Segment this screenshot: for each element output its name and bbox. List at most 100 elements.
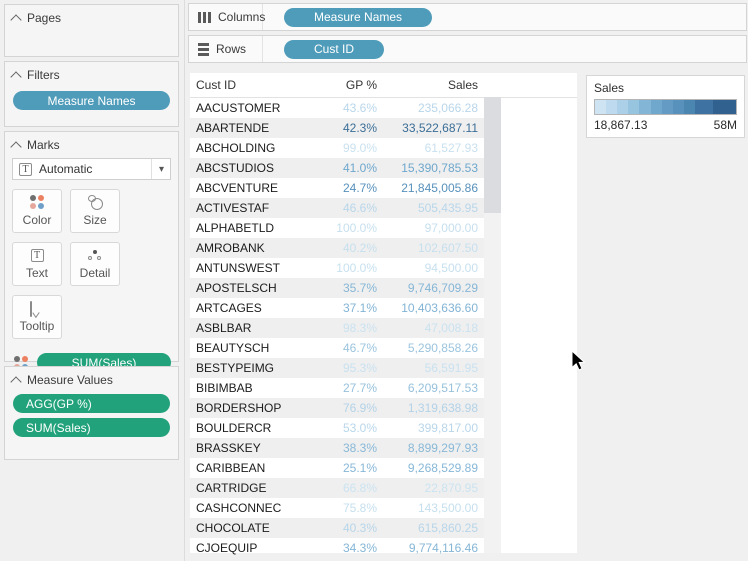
sales-cell: 143,500.00 xyxy=(377,501,484,515)
cust-id-cell: ARTCAGES xyxy=(190,301,330,315)
collapse-chevron-icon[interactable] xyxy=(10,14,21,25)
marks-card-header[interactable]: Marks xyxy=(5,132,178,155)
marks-tooltip-button[interactable]: Tooltip xyxy=(12,295,62,339)
legend-step xyxy=(713,100,736,114)
columns-shelf-text: Columns xyxy=(218,10,265,24)
mark-type-dropdown[interactable]: T Automatic ▾ xyxy=(12,158,171,180)
cust-id-cell: BEAUTYSCH xyxy=(190,341,330,355)
legend-step xyxy=(662,100,673,114)
table-row[interactable]: CJOEQUIP34.3%9,774,116.46 xyxy=(190,538,484,558)
legend-step xyxy=(595,100,606,114)
marks-detail-button[interactable]: Detail xyxy=(70,242,120,286)
table-row[interactable]: CARIBBEAN25.1%9,268,529.89 xyxy=(190,458,484,478)
sales-cell: 21,845,005.86 xyxy=(377,181,484,195)
gp-pct-cell: 38.3% xyxy=(330,441,377,455)
table-row[interactable]: ABCSTUDIOS41.0%15,390,785.53 xyxy=(190,158,484,178)
table-row[interactable]: BORDERSHOP76.9%1,319,638.98 xyxy=(190,398,484,418)
cust-id-cell: AACUSTOMER xyxy=(190,101,330,115)
tableau-worksheet: { "colors": { "pill_blue": "#4f9cba", "p… xyxy=(0,0,748,561)
table-row[interactable]: BOULDERCR53.0%399,817.00 xyxy=(190,418,484,438)
cust-id-cell: CARIBBEAN xyxy=(190,461,330,475)
columns-shelf-pills: Measure Names xyxy=(263,8,432,27)
table-row[interactable]: ALPHABETLD100.0%97,000.00 xyxy=(190,218,484,238)
color-legend-card[interactable]: Sales 18,867.13 58M xyxy=(586,75,745,138)
table-column-header[interactable]: Cust ID xyxy=(190,78,330,92)
legend-title: Sales xyxy=(587,76,744,95)
marks-card: Marks T Automatic ▾ Color Size T Text Detail… xyxy=(4,131,179,362)
measure-values-shelf: AGG(GP %) SUM(Sales) xyxy=(5,390,178,446)
measure-values-pill[interactable]: SUM(Sales) xyxy=(13,418,170,437)
table-row[interactable]: BIBIMBAB27.7%6,209,517.53 xyxy=(190,378,484,398)
table-row[interactable]: CASHCONNEC75.8%143,500.00 xyxy=(190,498,484,518)
filters-card: Filters Measure Names xyxy=(4,61,179,127)
scrollbar-thumb[interactable] xyxy=(484,97,501,213)
table-header-row: Cust IDGP %Sales xyxy=(190,73,577,98)
rows-shelf-pill[interactable]: Cust ID xyxy=(284,40,384,59)
table-row[interactable]: ARTCAGES37.1%10,403,636.60 xyxy=(190,298,484,318)
table-row[interactable]: BEAUTYSCH46.7%5,290,858.26 xyxy=(190,338,484,358)
sales-cell: 97,000.00 xyxy=(377,221,484,235)
marks-size-button[interactable]: Size xyxy=(70,189,120,233)
measure-values-card-header[interactable]: Measure Values xyxy=(5,367,178,390)
legend-min-label: 18,867.13 xyxy=(594,118,647,132)
table-row[interactable]: ABCHOLDING99.0%61,527.93 xyxy=(190,138,484,158)
table-column-header[interactable]: GP % xyxy=(330,78,377,92)
table-row[interactable]: APOSTELSCH35.7%9,746,709.29 xyxy=(190,278,484,298)
table-row[interactable]: AMROBANK40.2%102,607.50 xyxy=(190,238,484,258)
rows-shelf[interactable]: Rows Cust ID xyxy=(188,35,747,63)
legend-gradient-bar xyxy=(594,99,737,115)
sales-cell: 9,774,116.46 xyxy=(377,541,484,555)
collapse-chevron-icon[interactable] xyxy=(10,141,21,152)
marks-button-label: Detail xyxy=(80,266,111,280)
columns-shelf[interactable]: Columns Measure Names xyxy=(188,3,747,31)
filters-card-header[interactable]: Filters xyxy=(5,62,178,85)
marks-button-label: Size xyxy=(83,213,106,227)
table-row[interactable]: AACUSTOMER43.6%235,066.28 xyxy=(190,98,484,118)
filters-card-title: Filters xyxy=(27,68,60,82)
measure-values-pill[interactable]: AGG(GP %) xyxy=(13,394,170,413)
collapse-chevron-icon[interactable] xyxy=(10,376,21,387)
cust-id-cell: CJOEQUIP xyxy=(190,541,330,555)
legend-step xyxy=(617,100,628,114)
chevron-down-icon[interactable]: ▾ xyxy=(151,159,164,179)
cust-id-cell: ABCHOLDING xyxy=(190,141,330,155)
marks-button-label: Text xyxy=(26,266,48,280)
marks-text-button[interactable]: T Text xyxy=(12,242,62,286)
cust-id-cell: AMROBANK xyxy=(190,241,330,255)
table-row[interactable]: BESTYPEIMG95.3%56,591.95 xyxy=(190,358,484,378)
table-row[interactable]: CARTRIDGE66.8%22,870.95 xyxy=(190,478,484,498)
vertical-scrollbar[interactable] xyxy=(484,97,501,553)
cust-id-cell: ABCVENTURE xyxy=(190,181,330,195)
table-row[interactable]: ANTUNSWEST100.0%94,500.00 xyxy=(190,258,484,278)
gp-pct-cell: 41.0% xyxy=(330,161,377,175)
gp-pct-cell: 100.0% xyxy=(330,221,377,235)
legend-step xyxy=(673,100,684,114)
legend-step xyxy=(639,100,650,114)
table-row[interactable]: BRASSKEY38.3%8,899,297.93 xyxy=(190,438,484,458)
gp-pct-cell: 25.1% xyxy=(330,461,377,475)
mark-type-value: Automatic xyxy=(39,162,92,176)
cust-id-cell: APOSTELSCH xyxy=(190,281,330,295)
columns-shelf-pill[interactable]: Measure Names xyxy=(284,8,432,27)
filter-pill[interactable]: Measure Names xyxy=(13,91,170,110)
gp-pct-cell: 35.7% xyxy=(330,281,377,295)
gp-pct-cell: 43.6% xyxy=(330,101,377,115)
color-dots-icon xyxy=(30,195,44,209)
cust-id-cell: BIBIMBAB xyxy=(190,381,330,395)
rows-shelf-text: Rows xyxy=(216,42,246,56)
table-row[interactable]: ABARTENDE42.3%33,522,687.11 xyxy=(190,118,484,138)
cust-id-cell: CASHCONNEC xyxy=(190,501,330,515)
pages-card: Pages xyxy=(4,4,179,57)
table-column-header[interactable]: Sales xyxy=(377,78,484,92)
table-row[interactable]: ASBLBAR98.3%47,008.18 xyxy=(190,318,484,338)
table-row[interactable]: ACTIVESTAF46.6%505,435.95 xyxy=(190,198,484,218)
text-icon: T xyxy=(31,248,44,262)
sales-cell: 1,319,638.98 xyxy=(377,401,484,415)
table-row[interactable]: ABCVENTURE24.7%21,845,005.86 xyxy=(190,178,484,198)
collapse-chevron-icon[interactable] xyxy=(10,71,21,82)
sales-cell: 9,746,709.29 xyxy=(377,281,484,295)
table-row[interactable]: CHOCOLATE40.3%615,860.25 xyxy=(190,518,484,538)
pages-card-header[interactable]: Pages xyxy=(5,5,178,28)
marks-color-button[interactable]: Color xyxy=(12,189,62,233)
sales-cell: 10,403,636.60 xyxy=(377,301,484,315)
